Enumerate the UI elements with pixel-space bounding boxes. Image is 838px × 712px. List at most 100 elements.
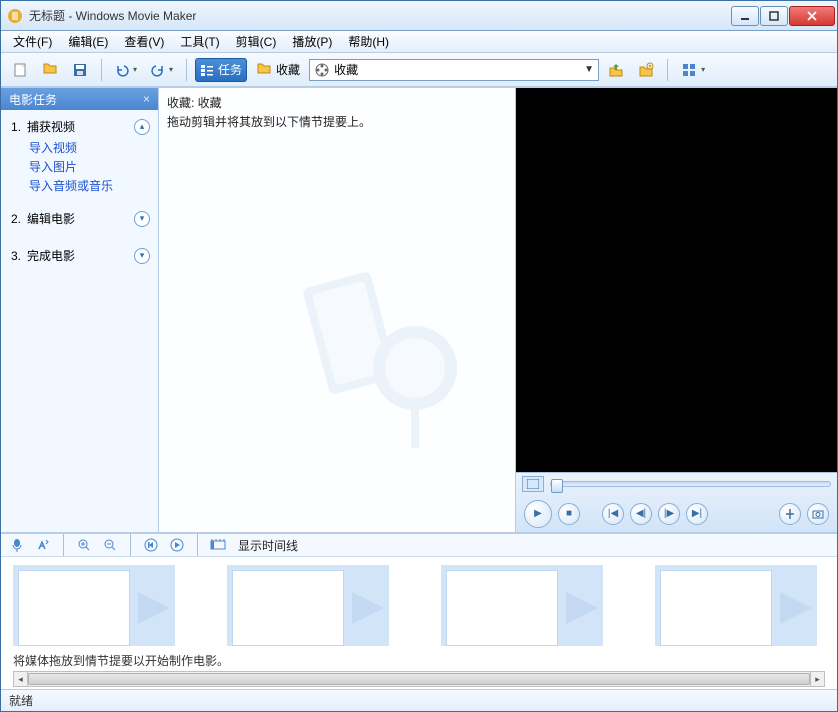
main-area: 电影任务 × 1. 捕获视频 ▴ 导入视频 导入图片 导入音频或音乐 2. — [1, 87, 837, 533]
timeline-toggle-button[interactable] — [208, 535, 228, 555]
play-timeline-button[interactable] — [167, 535, 187, 555]
horizontal-scrollbar[interactable]: ◂ ▸ — [13, 671, 825, 687]
menu-clip[interactable]: 剪辑(C) — [228, 31, 285, 52]
stop-button[interactable]: ■ — [558, 503, 580, 525]
close-button[interactable] — [789, 6, 835, 26]
separator — [197, 534, 198, 556]
chevron-down-icon[interactable]: ▾ — [134, 248, 150, 264]
preview-video[interactable] — [516, 88, 837, 472]
transition-slot[interactable] — [138, 592, 170, 624]
task-label: 完成电影 — [27, 247, 75, 264]
task-number: 1. — [11, 120, 21, 134]
timeline-icon — [210, 538, 226, 552]
player-buttons: ▶ ■ |◀ ◀| |▶ ▶| — [516, 495, 837, 532]
preview-pane: ▶ ■ |◀ ◀| |▶ ▶| — [515, 88, 837, 532]
clip-slot[interactable] — [441, 565, 603, 646]
undo-button[interactable]: ▾ — [110, 58, 142, 82]
fullscreen-button[interactable] — [522, 476, 544, 492]
rewind-timeline-button[interactable] — [141, 535, 161, 555]
transition-slot[interactable] — [352, 592, 384, 624]
up-folder-button[interactable] — [603, 58, 629, 82]
zoom-in-button[interactable] — [74, 535, 94, 555]
task-links-capture: 导入视频 导入图片 导入音频或音乐 — [11, 139, 150, 194]
chevron-down-icon[interactable]: ▾ — [134, 211, 150, 227]
link-import-picture[interactable]: 导入图片 — [29, 158, 150, 175]
clip-slot[interactable] — [13, 565, 175, 646]
transition-slot[interactable] — [566, 592, 598, 624]
task-number: 3. — [11, 249, 21, 263]
collections-label: 收藏 — [276, 61, 300, 78]
scroll-thumb[interactable] — [28, 673, 810, 685]
window-title: 无标题 - Windows Movie Maker — [29, 7, 731, 24]
separator — [101, 59, 102, 81]
menu-help[interactable]: 帮助(H) — [340, 31, 397, 52]
task-number: 2. — [11, 212, 21, 226]
timeline-toggle-label[interactable]: 显示时间线 — [238, 537, 298, 554]
minimize-button[interactable] — [731, 6, 759, 26]
link-import-video[interactable]: 导入视频 — [29, 139, 150, 156]
timeline-toolbar: 显示时间线 — [1, 533, 837, 557]
tasks-toggle-button[interactable]: 任务 — [195, 58, 247, 82]
views-button[interactable]: ▾ — [676, 58, 710, 82]
collection-breadcrumb: 收藏: 收藏 — [167, 94, 507, 111]
zoom-out-button[interactable] — [100, 535, 120, 555]
taskpane-header: 电影任务 × — [1, 88, 158, 110]
task-title-edit[interactable]: 2. 编辑电影 ▾ — [11, 210, 150, 227]
seek-row — [516, 473, 837, 495]
save-button[interactable] — [67, 58, 93, 82]
chevron-up-icon[interactable]: ▴ — [134, 119, 150, 135]
reel-icon — [314, 62, 330, 78]
menu-play[interactable]: 播放(P) — [284, 31, 340, 52]
scroll-left-button[interactable]: ◂ — [14, 672, 28, 686]
menubar: 文件(F) 编辑(E) 查看(V) 工具(T) 剪辑(C) 播放(P) 帮助(H… — [1, 31, 837, 53]
seek-slider[interactable] — [550, 481, 831, 487]
snapshot-button[interactable] — [807, 503, 829, 525]
taskpane-close-icon[interactable]: × — [143, 92, 150, 106]
storyboard-hint: 将媒体拖放到情节提要以开始制作电影。 — [13, 652, 825, 669]
folder-icon — [256, 60, 272, 79]
storyboard-row[interactable] — [13, 565, 825, 646]
narrate-button[interactable] — [7, 535, 27, 555]
task-section-edit: 2. 编辑电影 ▾ — [1, 202, 158, 239]
step-back-button[interactable]: ◀| — [630, 503, 652, 525]
tasks-icon — [200, 63, 214, 77]
transition-slot[interactable] — [780, 592, 812, 624]
task-title-capture[interactable]: 1. 捕获视频 ▴ — [11, 118, 150, 135]
menu-edit[interactable]: 编辑(E) — [60, 31, 116, 52]
task-label: 编辑电影 — [27, 210, 75, 227]
tasks-label: 任务 — [218, 61, 242, 78]
app-window: 无标题 - Windows Movie Maker 文件(F) 编辑(E) 查看… — [0, 0, 838, 712]
new-folder-button[interactable] — [633, 58, 659, 82]
play-button[interactable]: ▶ — [524, 500, 552, 528]
step-fwd-button[interactable]: |▶ — [658, 503, 680, 525]
open-button[interactable] — [37, 58, 63, 82]
menu-file[interactable]: 文件(F) — [5, 31, 60, 52]
audio-levels-button[interactable] — [33, 535, 53, 555]
taskpane-title: 电影任务 — [9, 91, 57, 108]
menu-view[interactable]: 查看(V) — [116, 31, 172, 52]
collections-toggle-button[interactable]: 收藏 — [251, 58, 305, 82]
storyboard: 将媒体拖放到情节提要以开始制作电影。 ◂ ▸ — [1, 557, 837, 689]
location-value: 收藏 — [334, 61, 358, 78]
scroll-right-button[interactable]: ▸ — [810, 672, 824, 686]
redo-button[interactable]: ▾ — [146, 58, 178, 82]
separator — [63, 534, 64, 556]
maximize-button[interactable] — [760, 6, 788, 26]
task-label: 捕获视频 — [27, 118, 75, 135]
dropdown-arrow-icon: ▼ — [584, 64, 594, 75]
split-button[interactable] — [779, 503, 801, 525]
clip-slot[interactable] — [655, 565, 817, 646]
window-buttons — [731, 6, 835, 26]
location-dropdown[interactable]: 收藏 ▼ — [309, 59, 599, 81]
next-button[interactable]: ▶| — [686, 503, 708, 525]
collection-area: 收藏: 收藏 拖动剪辑并将其放到以下情节提要上。 — [159, 88, 515, 532]
task-title-finish[interactable]: 3. 完成电影 ▾ — [11, 247, 150, 264]
menu-tools[interactable]: 工具(T) — [172, 31, 227, 52]
link-import-audio[interactable]: 导入音频或音乐 — [29, 177, 150, 194]
titlebar: 无标题 - Windows Movie Maker — [1, 1, 837, 31]
prev-button[interactable]: |◀ — [602, 503, 624, 525]
separator — [667, 59, 668, 81]
new-button[interactable] — [7, 58, 33, 82]
clip-slot[interactable] — [227, 565, 389, 646]
separator — [186, 59, 187, 81]
